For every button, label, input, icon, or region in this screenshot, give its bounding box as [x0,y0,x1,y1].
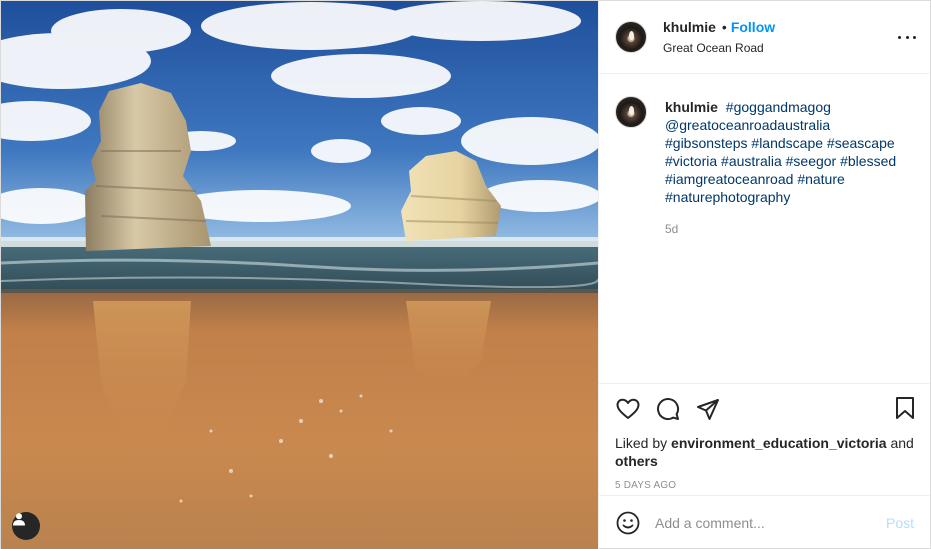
caption-text: khulmie #goggandmagog @greatoceanroadaus… [665,98,905,206]
comment-input[interactable] [655,515,886,531]
avatar[interactable] [615,21,647,53]
liked-by-text: Liked by environment_education_victoria … [615,434,914,470]
post-actions: Liked by environment_education_victoria … [599,383,930,495]
hashtag-link[interactable]: #seegor [786,153,837,169]
hashtag-link[interactable]: #gibsonsteps [665,135,748,151]
emoji-icon [616,511,640,535]
user-tag-button[interactable] [12,512,40,540]
mention-link[interactable]: @greatoceanroadaustralia [665,117,830,133]
post-comment-button[interactable]: Post [886,515,914,531]
caption-username[interactable]: khulmie [665,99,718,115]
hashtag-link[interactable]: #victoria [665,153,717,169]
post-header: khulmie • Follow Great Ocean Road [599,1,930,74]
hashtag-link[interactable]: #nature [797,171,844,187]
emoji-button[interactable] [615,510,641,536]
hashtag-link[interactable]: #goggandmagog [726,99,831,115]
liked-by-user-link[interactable]: environment_education_victoria [671,435,887,451]
more-options-button[interactable] [898,27,916,47]
username-link[interactable]: khulmie [663,18,716,36]
post-date[interactable]: 5 DAYS AGO [615,480,914,491]
liked-by-prefix: Liked by [615,435,668,451]
hashtag-link[interactable]: #australia [721,153,782,169]
header-meta: khulmie • Follow Great Ocean Road [663,18,775,56]
hashtag-link[interactable]: #landscape [751,135,823,151]
caption-avatar[interactable] [615,96,647,128]
more-horizontal-icon [898,35,901,39]
save-button[interactable] [892,395,918,421]
hashtag-link[interactable]: #naturephotography [665,189,790,205]
location-link[interactable]: Great Ocean Road [663,40,775,56]
like-button[interactable] [615,396,641,422]
liked-by-others-link[interactable]: others [615,453,658,469]
action-icons-row [615,394,914,424]
caption-body: khulmie #goggandmagog @greatoceanroadaus… [665,98,905,383]
header-row: khulmie • Follow [663,18,775,36]
comment-button[interactable] [655,396,681,422]
bookmark-icon [896,397,914,419]
post-photo[interactable] [1,1,598,549]
user-icon [13,513,25,526]
caption-area: khulmie #goggandmagog @greatoceanroadaus… [599,74,930,383]
comment-icon [657,398,680,421]
liked-by-and: and [890,435,914,451]
seascape-photo [1,1,598,549]
instagram-post: khulmie • Follow Great Ocean Road khulmi… [0,0,931,549]
share-icon [697,399,719,420]
hashtag-link[interactable]: #seascape [827,135,895,151]
hashtag-link[interactable]: #blessed [840,153,896,169]
post-side-panel: khulmie • Follow Great Ocean Road khulmi… [598,1,930,549]
comment-bar: Post [599,495,930,549]
caption-time-ago: 5d [665,222,679,236]
hashtag-link[interactable]: #iamgreatoceanroad [665,171,793,187]
heart-icon [616,398,640,419]
follow-button[interactable]: Follow [731,18,775,36]
share-button[interactable] [695,396,721,422]
separator-dot: • [721,19,727,35]
